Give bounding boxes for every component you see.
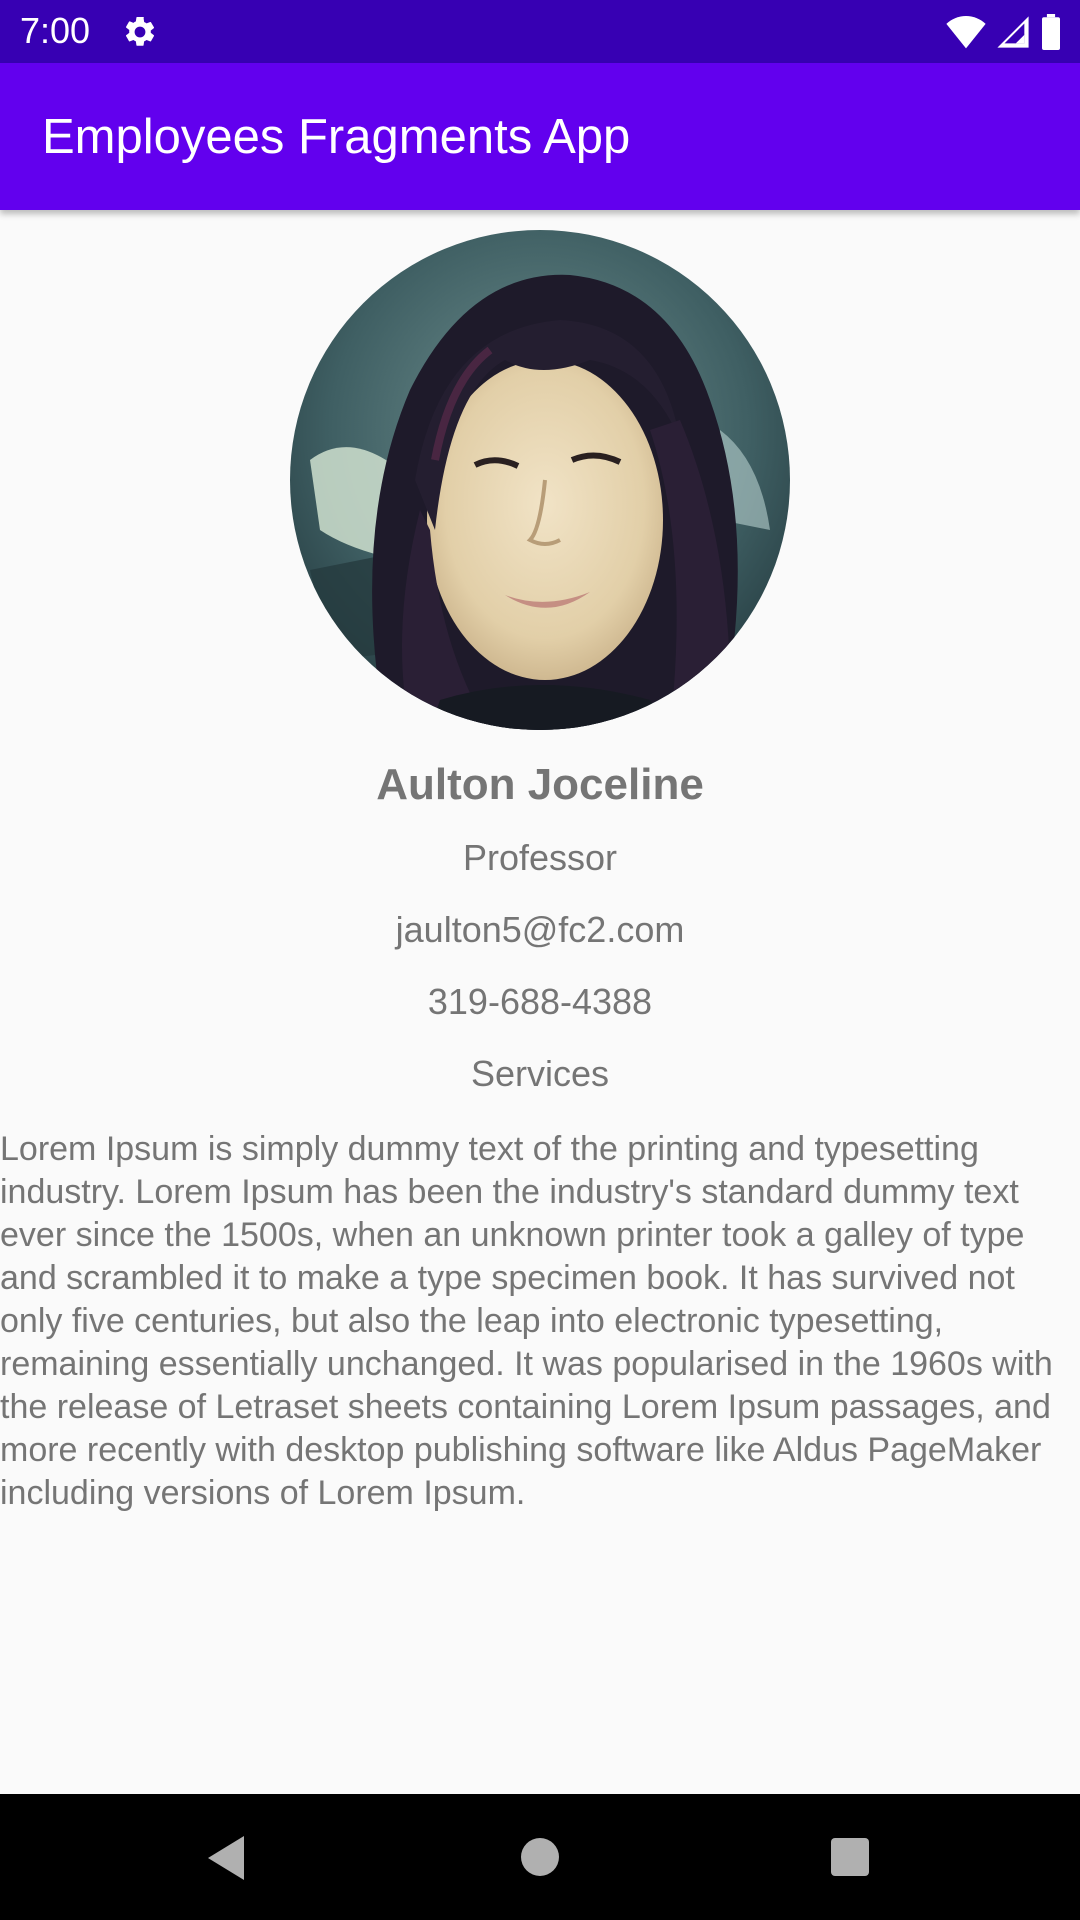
recents-icon[interactable] — [830, 1837, 870, 1877]
employee-department: Services — [470, 1053, 610, 1094]
app-title: Employees Fragments App — [42, 110, 631, 164]
app-bar: Employees Fragments App — [0, 63, 1080, 210]
status-time: 7:00 — [20, 10, 91, 51]
navigation-bar — [0, 1794, 1080, 1920]
employee-bio: Lorem Ipsum is simply dummy text of the … — [0, 1130, 1053, 1512]
back-icon[interactable] — [204, 1834, 248, 1882]
wifi-icon — [946, 15, 986, 49]
employee-photo — [290, 230, 790, 730]
signal-icon — [997, 16, 1029, 48]
battery-icon — [1042, 14, 1060, 50]
employee-email: jaulton5@fc2.com — [395, 909, 685, 950]
status-bar: 7:00 — [0, 0, 1080, 63]
employee-detail: Aulton Joceline Professor jaulton5@fc2.c… — [0, 210, 1080, 1794]
employee-detail-screen: 7:00 Employees Fragments App Aulton Joce… — [0, 0, 1080, 1920]
home-icon[interactable] — [520, 1837, 560, 1877]
employee-name: Aulton Joceline — [376, 760, 704, 809]
gear-icon — [125, 16, 155, 46]
employee-job-title: Professor — [462, 837, 618, 878]
status-icons — [946, 12, 1062, 52]
employee-phone: 319-688-4388 — [427, 981, 653, 1022]
